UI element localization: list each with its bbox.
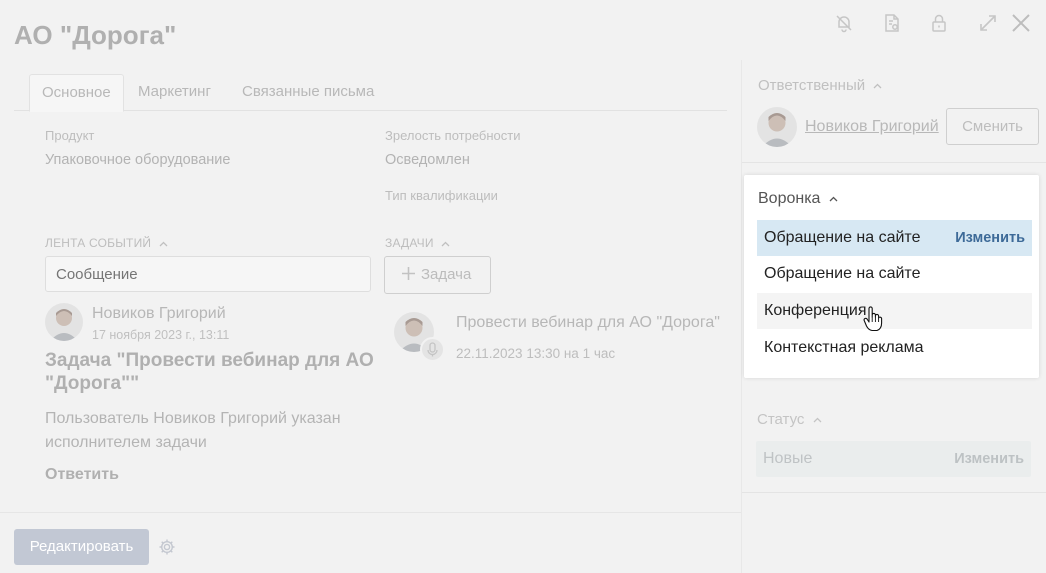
funnel-current: Обращение на сайте Изменить: [757, 220, 1032, 256]
task-title-link[interactable]: Провести вебинар для АО "Дорога": [456, 314, 720, 332]
funnel-current-value: Обращение на сайте: [764, 229, 921, 246]
funnel-option[interactable]: Контекстная реклама: [757, 330, 1032, 366]
responsible-avatar: [757, 107, 797, 147]
funnel-option[interactable]: Конференция: [757, 293, 1032, 329]
feed-text: Пользователь Новиков Григорий указан исп…: [45, 410, 341, 451]
maturity-label: Зрелость потребности: [385, 128, 521, 143]
change-responsible-button[interactable]: Сменить: [946, 108, 1039, 145]
maturity-value: Осведомлен: [385, 152, 470, 168]
sidebar-divider: [742, 162, 1046, 163]
close-icon[interactable]: [1010, 12, 1032, 34]
funnel-option[interactable]: Обращение на сайте: [757, 256, 1032, 292]
gear-icon[interactable]: [158, 538, 176, 556]
responsible-name[interactable]: Новиков Григорий: [805, 118, 939, 136]
responsible-label: Ответственный: [758, 77, 866, 94]
lock-icon[interactable]: [928, 12, 950, 34]
add-task-label: Задача: [421, 266, 472, 283]
chevron-up-icon: [829, 196, 838, 202]
funnel-change-link[interactable]: Изменить: [955, 220, 1025, 256]
expand-icon[interactable]: [977, 12, 999, 34]
status-header[interactable]: Статус: [757, 411, 822, 428]
tab-related-emails[interactable]: Связанные письма: [230, 74, 386, 111]
tab-bar: Основное Маркетинг Связанные письма: [14, 74, 727, 112]
responsible-header[interactable]: Ответственный: [758, 77, 882, 94]
status-value: Новые: [763, 450, 813, 467]
page-title: АО "Дорога": [14, 20, 177, 50]
tasks-section-header[interactable]: ЗАДАЧИ: [385, 236, 450, 250]
bell-off-icon[interactable]: [833, 12, 855, 34]
status-change-link[interactable]: Изменить: [954, 441, 1024, 477]
tab-marketing[interactable]: Маркетинг: [126, 74, 223, 111]
sidebar-divider: [742, 492, 1046, 493]
qualification-label: Тип квалификации: [385, 188, 498, 203]
feed-author[interactable]: Новиков Григорий: [92, 305, 226, 323]
edit-button[interactable]: Редактировать: [14, 529, 149, 565]
add-task-button[interactable]: Задача: [384, 256, 491, 294]
status-row: Новые Изменить: [756, 441, 1031, 477]
document-settings-icon[interactable]: [881, 12, 903, 34]
funnel-title: Воронка: [758, 190, 821, 207]
feed-headline: Задача "Провести вебинар для АО "Дорога"…: [45, 350, 374, 394]
tasks-section-label: ЗАДАЧИ: [385, 236, 434, 250]
microphone-icon: [420, 337, 445, 362]
message-input[interactable]: [45, 256, 371, 292]
chevron-up-icon: [813, 417, 822, 423]
chevron-up-icon: [159, 241, 168, 247]
reply-link[interactable]: Ответить: [45, 466, 119, 484]
plus-icon: [402, 267, 415, 280]
tab-main[interactable]: Основное: [29, 74, 124, 112]
status-label: Статус: [757, 411, 805, 428]
funnel-header[interactable]: Воронка: [758, 190, 838, 208]
chevron-up-icon: [873, 83, 882, 89]
product-label: Продукт: [45, 128, 95, 143]
feed-date: 17 ноября 2023 г., 13:11: [92, 328, 230, 342]
feed-section-label: ЛЕНТА СОБЫТИЙ: [45, 236, 152, 250]
footer-divider: [0, 512, 741, 513]
task-time: 22.11.2023 13:30 на 1 час: [456, 346, 616, 361]
chevron-up-icon: [441, 241, 450, 247]
author-avatar: [45, 303, 83, 341]
feed-section-header[interactable]: ЛЕНТА СОБЫТИЙ: [45, 236, 168, 250]
product-value: Упаковочное оборудование: [45, 152, 231, 168]
hand-cursor-icon: [863, 306, 883, 332]
